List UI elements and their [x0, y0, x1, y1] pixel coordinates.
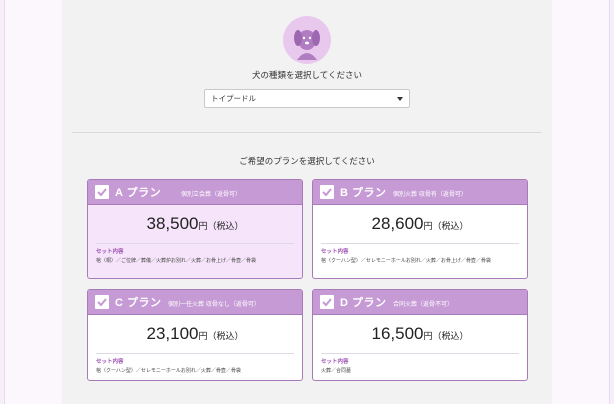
dog-face-icon	[283, 16, 331, 64]
set-contents-items: 棺（桐）／ご位牌／葬儀／火葬炉お別れ／火葬／お骨上げ／骨壺／骨袋	[96, 258, 257, 264]
price-unit: 円（税込）	[198, 331, 244, 341]
plan-card-b[interactable]: B プラン 個別火葬 収骨有（返骨可） 28,600円（税込） セット内容 棺（…	[312, 179, 528, 279]
card-divider	[321, 243, 519, 244]
set-contents-items: 棺（クーハン型）／セレモニーホールお別れ／火葬／お骨上げ／骨壺／骨袋	[321, 258, 491, 264]
price-unit: 円（税込）	[198, 221, 244, 231]
card-divider	[96, 353, 294, 354]
plan-desc: 合同火葬（返骨不可）	[393, 301, 454, 308]
checkbox[interactable]	[320, 185, 334, 199]
set-contents-label: セット内容	[321, 359, 349, 365]
plan-name: D プラン	[340, 297, 387, 309]
check-icon	[322, 298, 332, 307]
checkbox[interactable]	[95, 185, 109, 199]
plan-price: 38,500円（税込）	[88, 214, 302, 234]
breed-select-title: 犬の種類を選択してください	[252, 71, 362, 81]
plan-card-header: A プラン 個別立会葬（返骨可）	[88, 180, 302, 205]
card-divider	[96, 243, 294, 244]
plan-card-header: C プラン 個別一任火葬 収骨なし（返骨可）	[88, 290, 302, 315]
set-contents-items: 火葬／合同墓	[321, 368, 352, 374]
price-value: 28,600	[371, 214, 424, 233]
breed-select-value: トイプードル	[211, 94, 256, 103]
plan-name: A プラン	[115, 187, 162, 199]
check-icon	[322, 188, 332, 197]
plan-price: 23,100円（税込）	[88, 324, 302, 344]
plan-desc: 個別立会葬（返骨可）	[181, 191, 242, 198]
price-value: 16,500	[371, 324, 424, 343]
plan-price: 28,600円（税込）	[313, 214, 527, 234]
plan-price: 16,500円（税込）	[313, 324, 527, 344]
plan-name: B プラン	[340, 187, 387, 199]
plan-select-title: ご希望のプランを選択してください	[239, 157, 375, 167]
plan-desc: 個別火葬 収骨有（返骨可）	[393, 191, 467, 198]
plan-card-a[interactable]: A プラン 個別立会葬（返骨可） 38,500円（税込） セット内容 棺（桐）／…	[87, 179, 303, 279]
divider	[72, 132, 542, 133]
check-icon	[97, 298, 107, 307]
breed-select[interactable]: トイプードル	[204, 89, 410, 108]
card-divider	[321, 353, 519, 354]
set-contents-items: 棺（クーハン型）／セレモニーホールお別れ／火葬／骨壺／骨袋	[96, 368, 241, 374]
plan-card-c[interactable]: C プラン 個別一任火葬 収骨なし（返骨可） 23,100円（税込） セット内容…	[87, 289, 303, 381]
set-contents-label: セット内容	[96, 359, 124, 365]
plan-card-header: B プラン 個別火葬 収骨有（返骨可）	[313, 180, 527, 205]
checkbox[interactable]	[320, 295, 334, 309]
checkbox[interactable]	[95, 295, 109, 309]
price-value: 38,500	[146, 214, 199, 233]
chevron-down-icon	[397, 97, 403, 101]
plan-card-d[interactable]: D プラン 合同火葬（返骨不可） 16,500円（税込） セット内容 火葬／合同…	[312, 289, 528, 381]
price-unit: 円（税込）	[423, 221, 469, 231]
check-icon	[97, 188, 107, 197]
price-unit: 円（税込）	[423, 331, 469, 341]
price-value: 23,100	[146, 324, 199, 343]
plan-desc: 個別一任火葬 収骨なし（返骨可）	[168, 301, 260, 308]
plan-name: C プラン	[115, 297, 162, 309]
plan-card-header: D プラン 合同火葬（返骨不可）	[313, 290, 527, 315]
set-contents-label: セット内容	[321, 249, 349, 255]
set-contents-label: セット内容	[96, 249, 124, 255]
